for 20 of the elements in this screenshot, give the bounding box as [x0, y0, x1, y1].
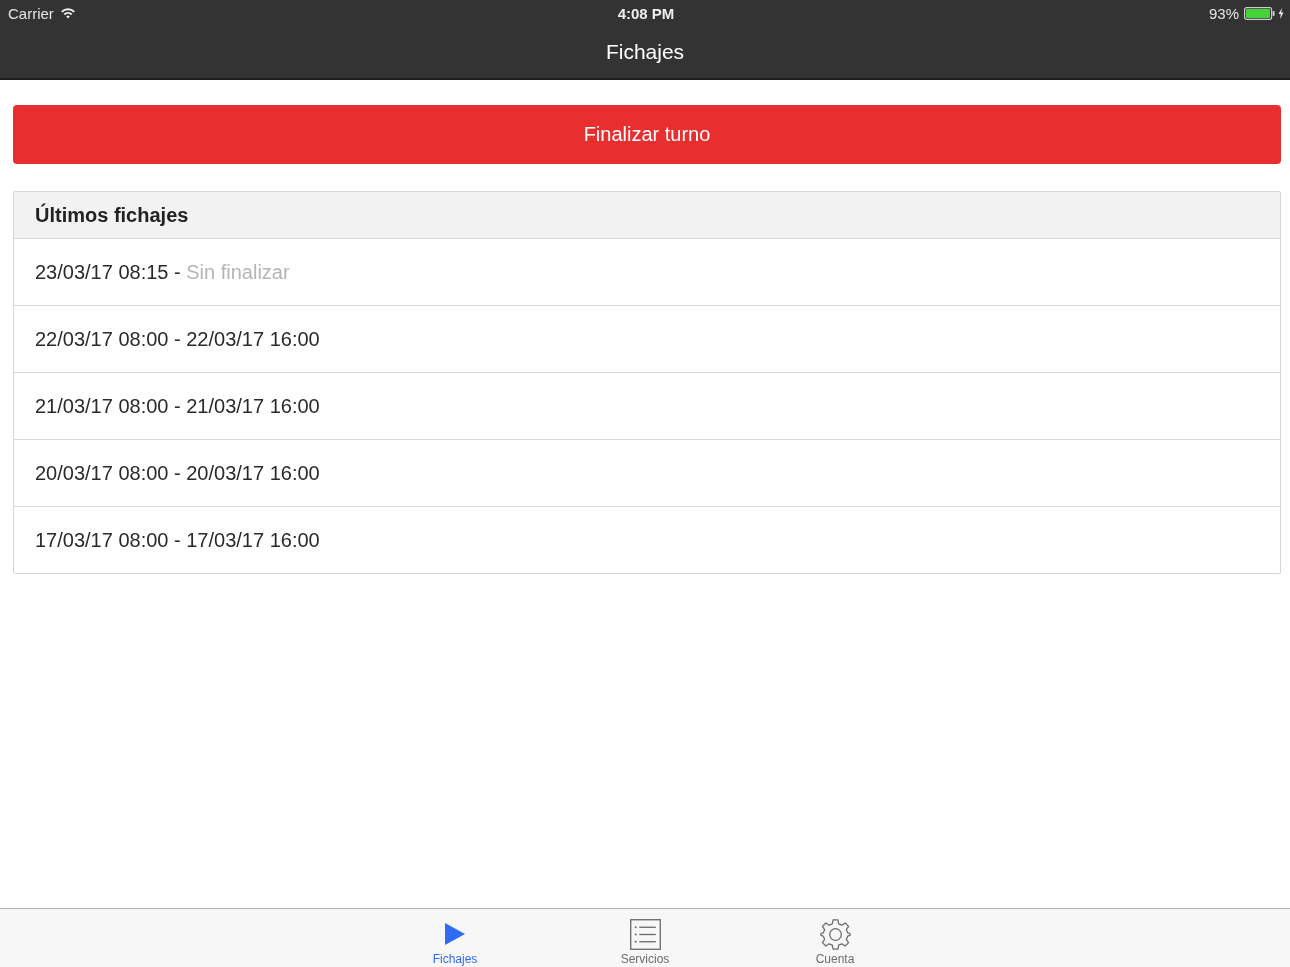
- tab-bar-item[interactable]: Cuenta: [795, 909, 875, 967]
- play-icon: [444, 922, 466, 946]
- settings-icon: [819, 919, 851, 950]
- finish-shift-button[interactable]: Finalizar turno: [13, 105, 1281, 164]
- screen-title: Fichajes: [605, 40, 685, 64]
- panel-title: Últimos fichajes: [35, 203, 189, 227]
- shift-entry: 17/03/17 08:00 - 17/03/17 16:00: [35, 528, 320, 552]
- shift-entry: 21/03/17 08:00 - 21/03/17 16:00: [35, 394, 320, 418]
- shift-entry: 22/03/17 08:00 - 22/03/17 16:00: [35, 327, 320, 351]
- battery-icon: [1244, 6, 1275, 20]
- wifi-icon: [59, 7, 76, 19]
- tab-bar-item[interactable]: Fichajes: [415, 909, 495, 967]
- carrier-name: Carrier: [8, 4, 54, 22]
- shift-entry: 23/03/17 08:15 - Sin finalizar: [35, 260, 290, 284]
- battery-percent: 93%: [1208, 4, 1239, 22]
- charging-bolt-icon: [1278, 7, 1284, 19]
- shift-entry: 20/03/17 08:00 - 20/03/17 16:00: [35, 461, 320, 485]
- status-time: 4:08 PM: [617, 4, 675, 22]
- list-icon: [629, 919, 661, 950]
- tab-bar-item[interactable]: Servicios: [605, 909, 685, 967]
